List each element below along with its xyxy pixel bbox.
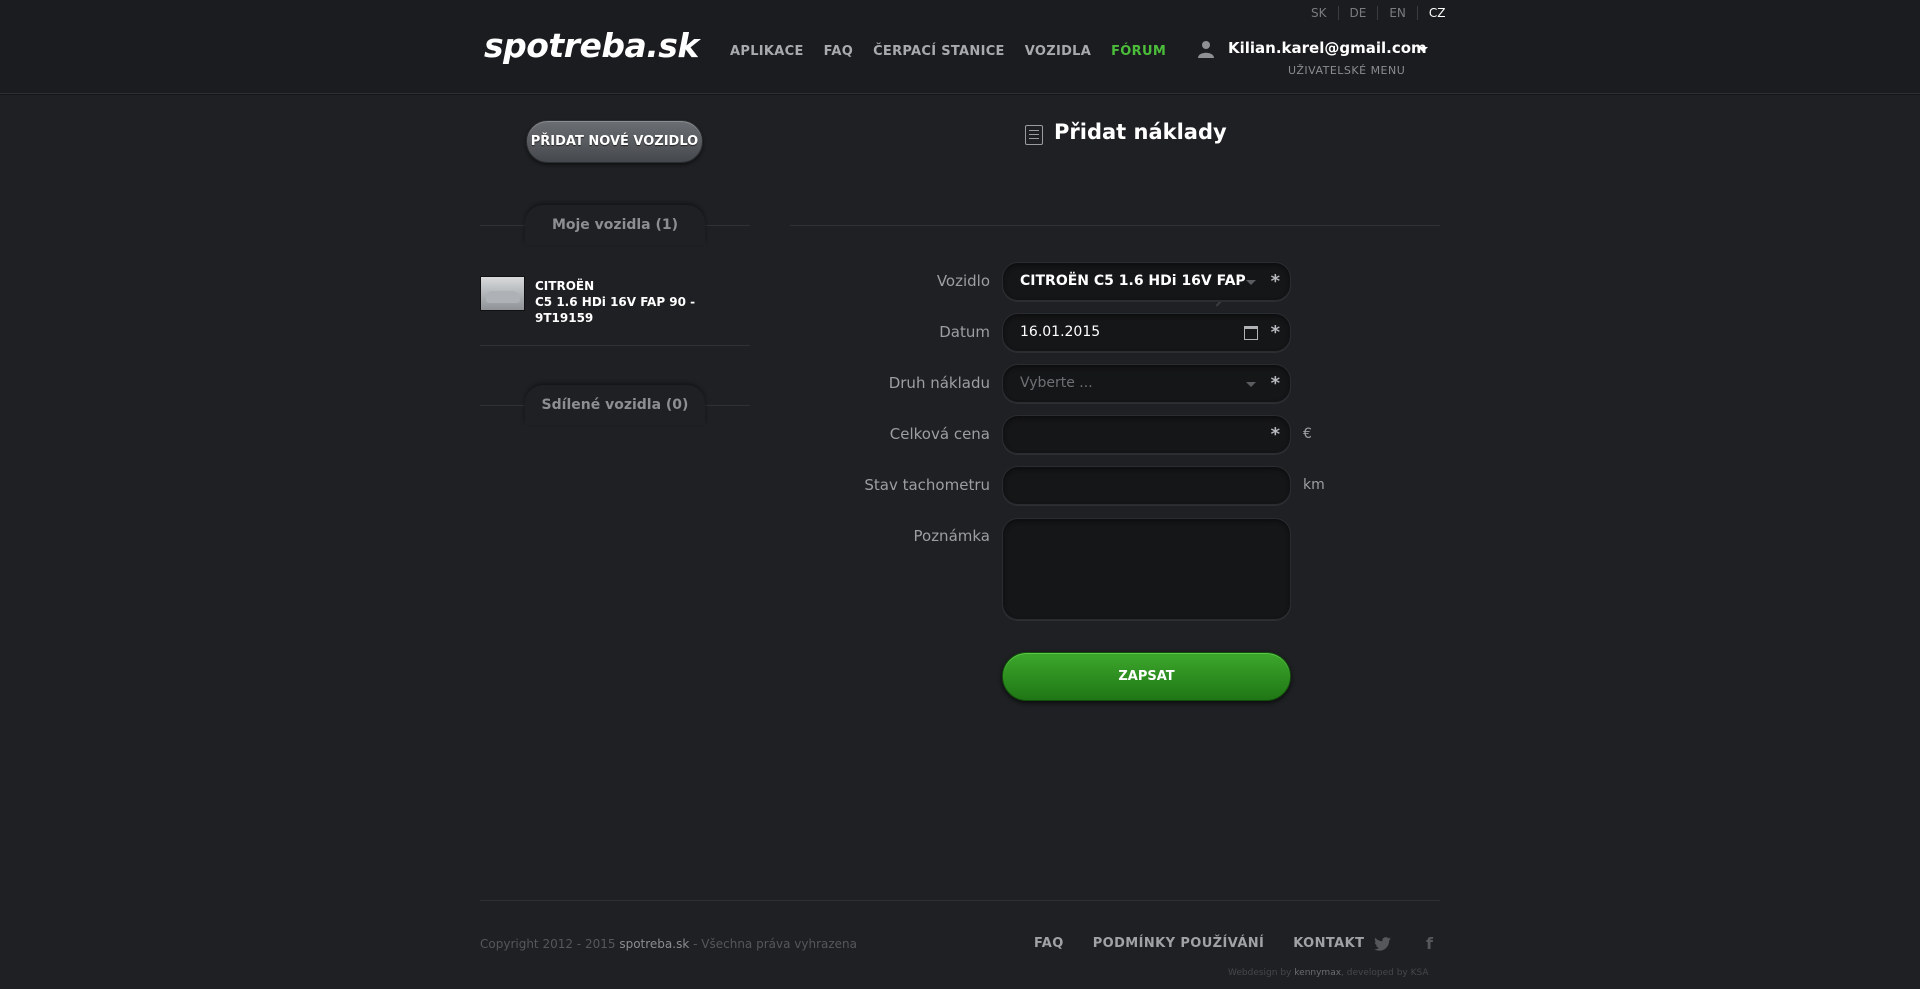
vehicle-select[interactable]: CITROËN C5 1.6 HDi 16V FAP * bbox=[1002, 262, 1291, 301]
cost-type-placeholder: Vyberte ... bbox=[1020, 375, 1093, 391]
note-label: Poznámka bbox=[913, 527, 991, 545]
credits-developed: , developed by KSA bbox=[1341, 968, 1429, 978]
divider bbox=[790, 225, 1440, 226]
odometer-input[interactable] bbox=[1002, 466, 1291, 505]
required-icon: * bbox=[1270, 322, 1280, 343]
shared-vehicles-heading: Sdílené vozidla (0) bbox=[525, 385, 705, 425]
calendar-icon[interactable] bbox=[1244, 326, 1258, 340]
cost-type-label: Druh nákladu bbox=[888, 374, 990, 392]
total-price-input[interactable]: * bbox=[1002, 415, 1291, 454]
cost-type-select[interactable]: Vyberte ... * bbox=[1002, 364, 1291, 403]
chevron-down-icon bbox=[1246, 280, 1256, 285]
vehicle-plate: 9T19159 bbox=[535, 311, 594, 325]
vehicle-name: CITROËN C5 1.6 HDi 16V FAP 90 - 9T19159 bbox=[535, 278, 705, 326]
currency-unit: € bbox=[1303, 426, 1312, 442]
site-logo[interactable]: spotreba.sk bbox=[484, 26, 699, 65]
odometer-label: Stav tachometru bbox=[864, 476, 990, 494]
my-vehicles-heading: Moje vozidla (1) bbox=[525, 205, 705, 245]
vehicle-select-value: CITROËN C5 1.6 HDi 16V FAP bbox=[1020, 273, 1246, 289]
footer-link-faq[interactable]: FAQ bbox=[1034, 936, 1064, 951]
main-nav: APLIKACE FAQ ČERPACÍ STANICE VOZIDLA FÓR… bbox=[730, 44, 1186, 59]
lang-en[interactable]: EN bbox=[1377, 6, 1417, 20]
lang-de[interactable]: DE bbox=[1337, 6, 1378, 20]
total-price-label: Celková cena bbox=[889, 425, 990, 443]
credits-designer: kennymax bbox=[1294, 968, 1342, 978]
date-field[interactable]: 16.01.2015 * bbox=[1002, 313, 1291, 352]
footer-link-contact[interactable]: KONTAKT bbox=[1293, 936, 1364, 951]
divider bbox=[480, 900, 1440, 901]
vehicle-thumbnail bbox=[480, 276, 525, 311]
date-value: 16.01.2015 bbox=[1020, 324, 1101, 340]
nav-item-aplikace[interactable]: APLIKACE bbox=[730, 44, 804, 59]
facebook-icon[interactable]: f bbox=[1426, 935, 1436, 952]
vehicle-make: CITROËN bbox=[535, 279, 595, 293]
document-icon bbox=[1025, 125, 1043, 145]
lang-sk[interactable]: SK bbox=[1300, 6, 1338, 20]
nav-item-forum[interactable]: FÓRUM bbox=[1111, 44, 1166, 59]
chevron-down-icon[interactable] bbox=[1418, 47, 1428, 52]
lang-cz[interactable]: CZ bbox=[1416, 6, 1457, 20]
user-icon bbox=[1198, 41, 1214, 58]
vehicle-label: Vozidlo bbox=[936, 272, 990, 290]
user-menu-label[interactable]: UŽIVATELSKÉ MENU bbox=[1288, 64, 1405, 77]
add-vehicle-button[interactable]: PŘIDAT NOVÉ VOZIDLO bbox=[526, 120, 703, 163]
vehicle-model: C5 1.6 HDi 16V FAP 90 - bbox=[535, 295, 696, 309]
note-textarea[interactable] bbox=[1002, 518, 1291, 620]
required-icon: * bbox=[1270, 373, 1280, 394]
nav-item-faq[interactable]: FAQ bbox=[824, 44, 853, 59]
copyright-prefix: Copyright 2012 - 2015 bbox=[480, 937, 616, 951]
credits: Webdesign by kennymax, developed by KSA bbox=[1228, 968, 1429, 978]
footer-link-terms[interactable]: PODMÍNKY POUŽÍVÁNÍ bbox=[1093, 936, 1265, 951]
credits-webdesign: Webdesign by bbox=[1228, 968, 1292, 978]
user-email[interactable]: Kilian.karel@gmail.com bbox=[1228, 39, 1427, 57]
header: spotreba.sk APLIKACE FAQ ČERPACÍ STANICE… bbox=[0, 0, 1920, 94]
odometer-unit: km bbox=[1303, 477, 1325, 493]
copyright-site: spotreba.sk bbox=[619, 937, 690, 951]
nav-item-vozidla[interactable]: VOZIDLA bbox=[1025, 44, 1091, 59]
copyright: Copyright 2012 - 2015 spotreba.sk - Všec… bbox=[480, 937, 857, 951]
required-icon: * bbox=[1270, 271, 1280, 292]
submit-button[interactable]: ZAPSAT bbox=[1002, 652, 1291, 701]
date-label: Datum bbox=[939, 323, 990, 341]
footer-nav: FAQ PODMÍNKY POUŽÍVÁNÍ KONTAKT bbox=[1034, 936, 1393, 951]
language-switcher: SK DE EN CZ bbox=[1300, 6, 1457, 20]
copyright-suffix: - Všechna práva vyhrazena bbox=[693, 937, 857, 951]
twitter-icon[interactable] bbox=[1374, 937, 1391, 951]
vehicle-list-item[interactable]: CITROËN C5 1.6 HDi 16V FAP 90 - 9T19159 bbox=[480, 274, 1223, 344]
divider bbox=[480, 345, 750, 346]
chevron-down-icon bbox=[1246, 382, 1256, 387]
nav-item-cerpaci-stanice[interactable]: ČERPACÍ STANICE bbox=[873, 44, 1005, 59]
page-title: Přidat náklady bbox=[1054, 120, 1227, 144]
required-icon: * bbox=[1270, 424, 1280, 445]
